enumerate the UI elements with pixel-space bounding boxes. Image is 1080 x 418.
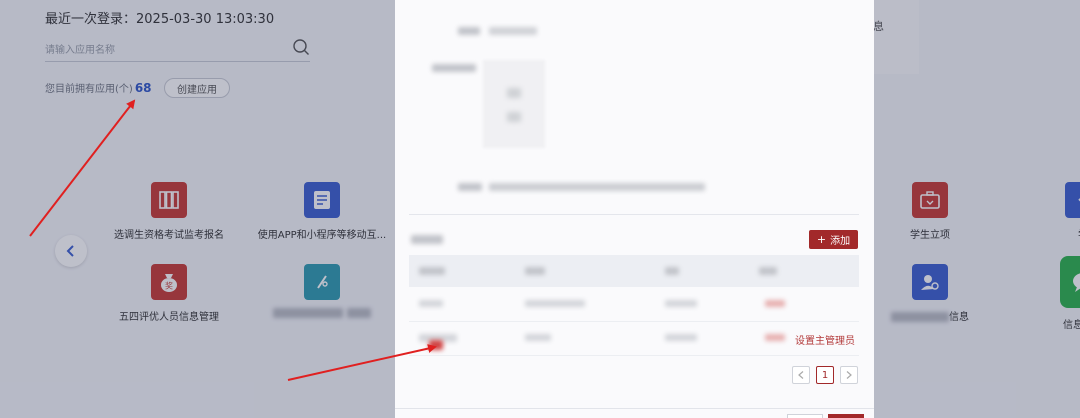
annotation-arrow	[29, 99, 136, 237]
annotation-arrow	[287, 344, 437, 381]
annotation-arrows	[29, 99, 437, 381]
